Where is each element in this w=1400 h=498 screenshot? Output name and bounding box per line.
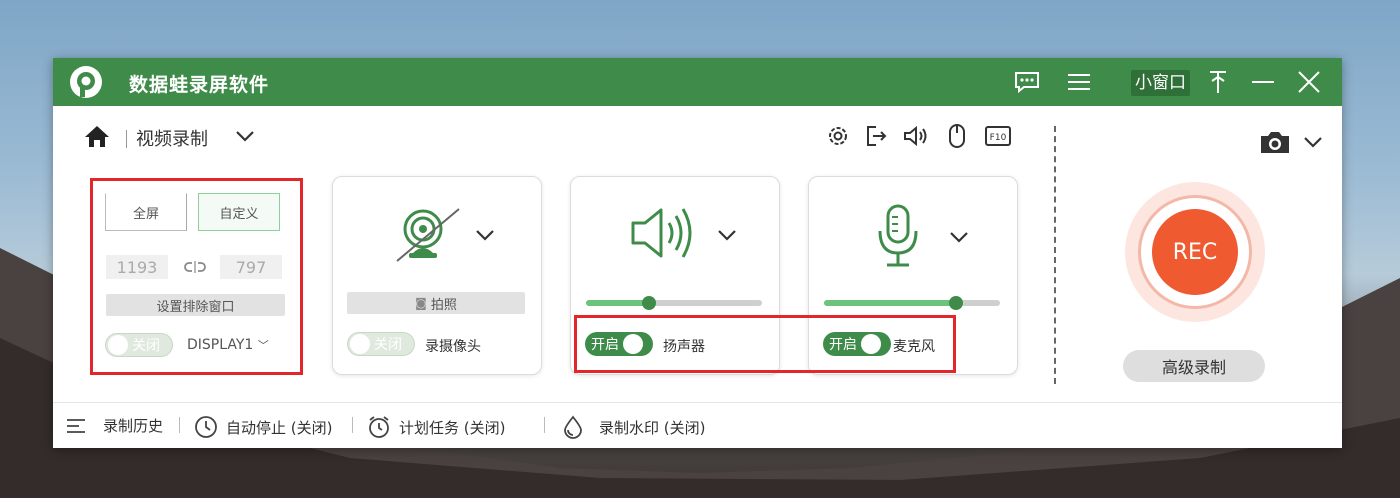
chevron-down-icon[interactable] — [949, 231, 969, 243]
alarm-clock-icon — [369, 416, 389, 438]
toggle-knob — [350, 334, 370, 354]
list-icon — [67, 418, 85, 433]
webcam-disabled-icon — [396, 208, 460, 262]
auto-stop-label: 自动停止 (关闭) — [226, 418, 333, 437]
slider-fill — [586, 300, 649, 306]
toolbar-divider — [126, 130, 127, 148]
schedule-link[interactable]: 计划任务 (关闭) — [367, 415, 505, 439]
footer-bar: 录制历史 自动停止 (关闭) 计划任务 (关闭) 录制水印 (关闭) — [53, 402, 1342, 449]
camera-icon: ◙ — [415, 296, 427, 310]
chevron-down-icon[interactable] — [475, 229, 495, 241]
export-icon[interactable] — [862, 122, 890, 150]
slider-fill — [824, 300, 956, 306]
chevron-down-icon[interactable] — [717, 229, 737, 241]
water-drop-icon — [564, 415, 582, 439]
microphone-volume-slider[interactable] — [824, 296, 1000, 310]
camera-card: ◙ 拍照 关闭 录摄像头 — [332, 176, 542, 375]
speaker-volume-slider[interactable] — [586, 296, 762, 310]
app-title: 数据蛙录屏软件 — [129, 74, 270, 96]
mode-toolbar: 视频录制 F10 — [53, 120, 1342, 156]
schedule-label: 计划任务 (关闭) — [399, 418, 506, 437]
chevron-down-icon[interactable] — [235, 130, 255, 142]
slider-knob[interactable] — [642, 296, 656, 310]
advanced-record-button[interactable]: 高级录制 — [1123, 350, 1265, 382]
panel-divider — [1054, 126, 1056, 384]
close-icon[interactable] — [1295, 68, 1323, 96]
mouse-icon[interactable] — [943, 122, 971, 150]
chevron-down-icon[interactable] — [1303, 136, 1323, 148]
speaker-icon — [631, 208, 692, 258]
feedback-icon[interactable] — [1013, 68, 1041, 96]
mini-window-button[interactable]: 小窗口 — [1131, 70, 1190, 96]
footer-divider — [179, 417, 180, 433]
footer-divider — [544, 417, 545, 433]
app-logo-icon — [70, 66, 102, 98]
watermark-link[interactable]: 录制水印 (关闭) — [561, 415, 705, 439]
microphone-icon — [878, 204, 918, 267]
mode-label[interactable]: 视频录制 — [136, 125, 208, 151]
menu-icon[interactable] — [1065, 68, 1093, 96]
history-label: 录制历史 — [103, 417, 164, 435]
footer-divider — [352, 417, 353, 433]
settings-icon[interactable] — [824, 122, 852, 150]
hotkey-icon[interactable]: F10 — [984, 122, 1012, 150]
rec-button[interactable]: REC — [1152, 209, 1238, 295]
history-link[interactable]: 录制历史 — [65, 415, 163, 436]
camera-label: 录摄像头 — [425, 339, 481, 355]
camera-toggle[interactable]: 关闭 — [347, 332, 415, 356]
screenshot-camera-icon[interactable] — [1258, 128, 1292, 156]
pin-icon[interactable] — [1204, 68, 1232, 96]
photo-button[interactable]: ◙ 拍照 — [347, 292, 525, 314]
svg-text:F10: F10 — [990, 133, 1007, 143]
slider-knob[interactable] — [949, 296, 963, 310]
minimize-icon[interactable] — [1249, 68, 1277, 96]
photo-label: 拍照 — [430, 297, 457, 313]
auto-stop-link[interactable]: 自动停止 (关闭) — [194, 415, 332, 439]
app-window: 数据蛙录屏软件 小窗口 视频录制 F10 全屏 自定义 1193 797 设置排… — [53, 58, 1342, 448]
watermark-label: 录制水印 (关闭) — [599, 418, 706, 437]
clock-icon — [195, 416, 217, 438]
home-icon[interactable] — [84, 124, 110, 148]
title-bar: 数据蛙录屏软件 小窗口 — [53, 58, 1342, 106]
volume-icon[interactable] — [902, 122, 930, 150]
toggle-label: 关闭 — [374, 337, 402, 353]
highlight-box — [90, 178, 303, 375]
highlight-box — [574, 315, 956, 373]
